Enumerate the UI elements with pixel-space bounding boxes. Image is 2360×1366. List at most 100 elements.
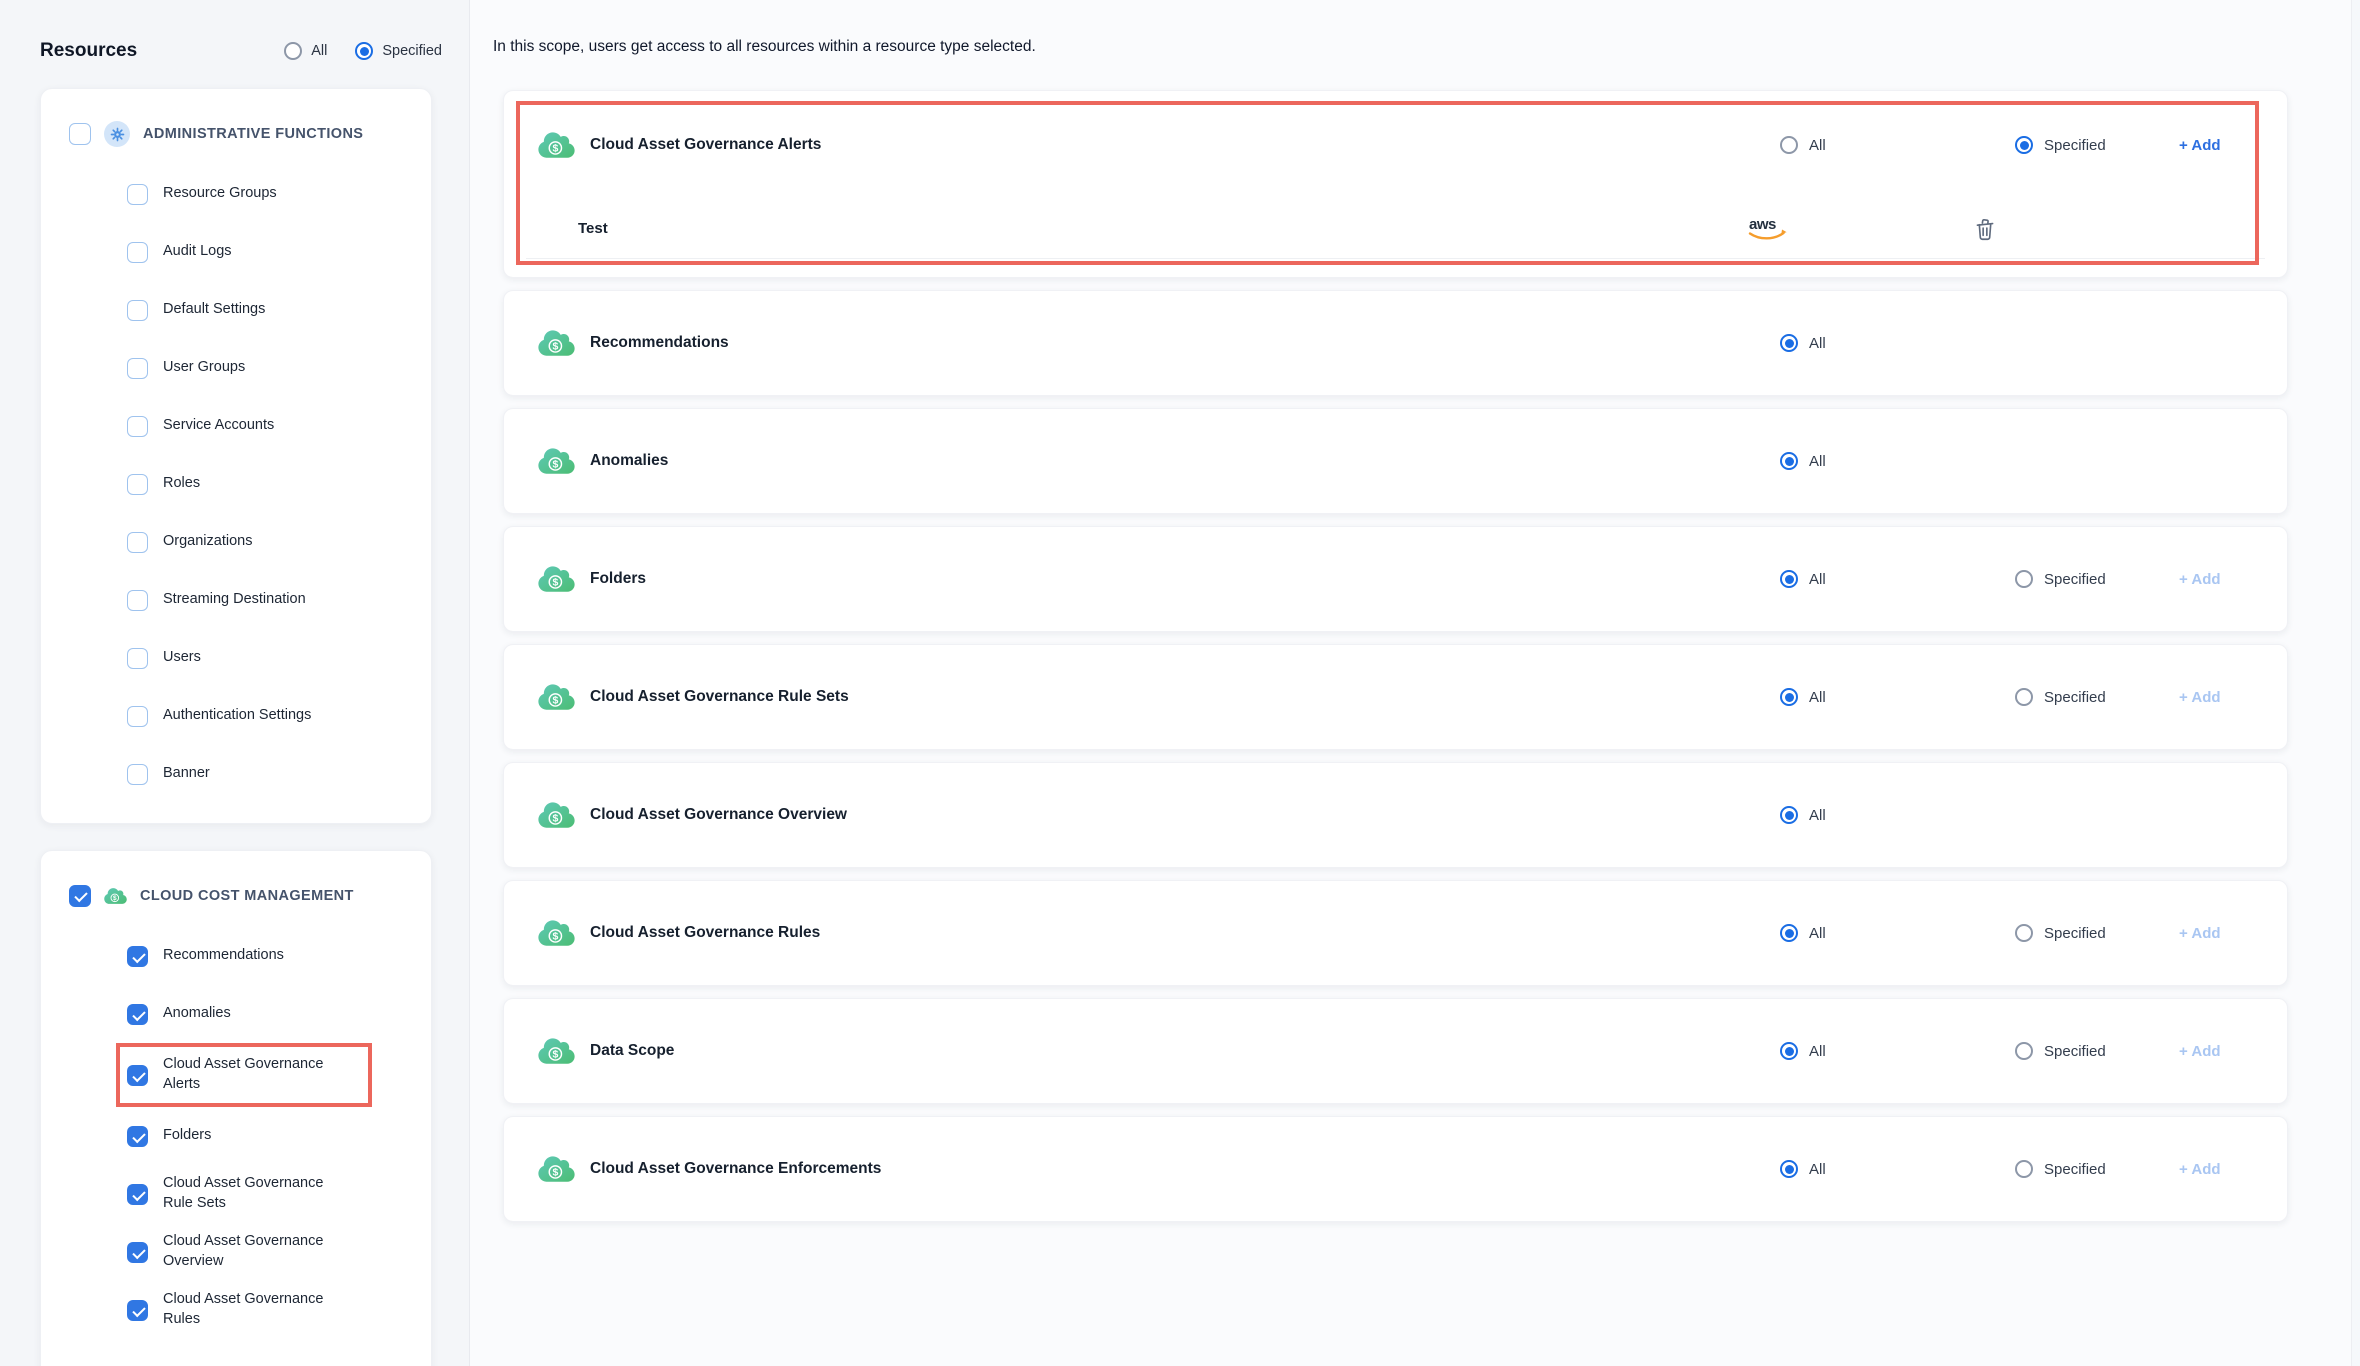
sidebar-item-audit-logs: Audit Logs bbox=[127, 223, 417, 281]
item-checkbox[interactable] bbox=[127, 1004, 148, 1025]
group-label: CLOUD COST MANAGEMENT bbox=[140, 888, 354, 904]
group-checkbox[interactable] bbox=[69, 123, 91, 145]
add-button[interactable]: + Add bbox=[2179, 1043, 2221, 1060]
row-specified-radio[interactable] bbox=[2015, 924, 2033, 942]
group-checkbox[interactable] bbox=[69, 885, 91, 907]
row-specified-option[interactable]: Specified bbox=[2015, 999, 2106, 1103]
item-label: Organizations bbox=[163, 532, 252, 552]
delete-resource-icon[interactable] bbox=[1974, 217, 1996, 241]
row-all-option[interactable]: All bbox=[1780, 881, 1826, 985]
scope-all-option[interactable]: All bbox=[284, 42, 327, 60]
scrollbar-track[interactable] bbox=[2351, 0, 2360, 1366]
sidebar-item-anomalies: Anomalies bbox=[127, 985, 417, 1043]
item-checkbox[interactable] bbox=[127, 1242, 148, 1263]
row-specified-option[interactable]: Specified bbox=[2015, 91, 2106, 199]
row-specified-option[interactable]: Specified bbox=[2015, 1117, 2106, 1221]
row-all-radio[interactable] bbox=[1780, 1160, 1798, 1178]
row-all-radio[interactable] bbox=[1780, 136, 1798, 154]
group-header: CLOUD COST MANAGEMENT bbox=[69, 873, 417, 919]
group-card-cloud-cost-management: CLOUD COST MANAGEMENT Recommendations An… bbox=[40, 850, 432, 1366]
scope-specified-radio[interactable] bbox=[355, 42, 373, 60]
resource-type-name: Cloud Asset Governance Alerts bbox=[590, 136, 821, 154]
add-button[interactable]: + Add bbox=[2179, 1161, 2221, 1178]
item-checkbox[interactable] bbox=[127, 1065, 148, 1086]
item-label: Cloud Asset Governance Overview bbox=[163, 1232, 325, 1271]
row-all-radio[interactable] bbox=[1780, 688, 1798, 706]
resource-row-cloud-asset-governance-alerts: Cloud Asset Governance Alerts All Specif… bbox=[503, 90, 2288, 278]
row-all-label: All bbox=[1809, 925, 1826, 942]
row-all-radio[interactable] bbox=[1780, 1042, 1798, 1060]
row-all-option[interactable]: All bbox=[1780, 291, 1826, 395]
item-checkbox[interactable] bbox=[127, 1300, 148, 1321]
item-checkbox[interactable] bbox=[127, 474, 148, 495]
sidebar-header: Resources All Specified bbox=[40, 40, 442, 62]
item-checkbox[interactable] bbox=[127, 358, 148, 379]
resource-type-name: Recommendations bbox=[590, 334, 729, 352]
cloud-dollar-icon bbox=[538, 447, 575, 476]
row-all-option[interactable]: All bbox=[1780, 91, 1826, 199]
item-checkbox[interactable] bbox=[127, 946, 148, 967]
row-specified-option[interactable]: Specified bbox=[2015, 881, 2106, 985]
row-specified-label: Specified bbox=[2044, 1161, 2106, 1178]
row-all-option[interactable]: All bbox=[1780, 527, 1826, 631]
row-all-option[interactable]: All bbox=[1780, 409, 1826, 513]
item-label: Recommendations bbox=[163, 946, 284, 966]
row-all-radio[interactable] bbox=[1780, 924, 1798, 942]
row-all-radio[interactable] bbox=[1780, 806, 1798, 824]
resource-type-name: Cloud Asset Governance Enforcements bbox=[590, 1160, 881, 1178]
add-button[interactable]: + Add bbox=[2179, 571, 2221, 588]
row-all-option[interactable]: All bbox=[1780, 763, 1826, 867]
add-button[interactable]: + Add bbox=[2179, 137, 2221, 154]
row-all-radio[interactable] bbox=[1780, 334, 1798, 352]
gear-icon bbox=[104, 121, 130, 147]
row-all-label: All bbox=[1809, 807, 1826, 824]
row-specified-label: Specified bbox=[2044, 689, 2106, 706]
item-checkbox[interactable] bbox=[127, 1184, 148, 1205]
item-checkbox[interactable] bbox=[127, 648, 148, 669]
row-specified-option[interactable]: Specified bbox=[2015, 527, 2106, 631]
scope-specified-option[interactable]: Specified bbox=[355, 42, 442, 60]
item-checkbox[interactable] bbox=[127, 416, 148, 437]
resource-type-name: Cloud Asset Governance Rule Sets bbox=[590, 688, 849, 706]
group-header: ADMINISTRATIVE FUNCTIONS bbox=[69, 111, 417, 157]
cloud-dollar-icon bbox=[538, 565, 575, 594]
item-checkbox[interactable] bbox=[127, 532, 148, 553]
sidebar-item-folders: Folders bbox=[127, 1107, 417, 1165]
resource-row-folders: Folders All Specified + Add bbox=[503, 526, 2288, 632]
cloud-dollar-icon bbox=[538, 329, 575, 358]
resource-type-name: Data Scope bbox=[590, 1042, 674, 1060]
cloud-dollar-icon bbox=[538, 1155, 575, 1184]
row-specified-option[interactable]: Specified bbox=[2015, 645, 2106, 749]
resource-row-recommendations: Recommendations All bbox=[503, 290, 2288, 396]
item-checkbox[interactable] bbox=[127, 706, 148, 727]
scope-all-radio[interactable] bbox=[284, 42, 302, 60]
add-button[interactable]: + Add bbox=[2179, 689, 2221, 706]
row-specified-radio[interactable] bbox=[2015, 1042, 2033, 1060]
item-checkbox[interactable] bbox=[127, 590, 148, 611]
row-all-radio[interactable] bbox=[1780, 570, 1798, 588]
item-checkbox[interactable] bbox=[127, 184, 148, 205]
row-specified-radio[interactable] bbox=[2015, 1160, 2033, 1178]
item-checkbox[interactable] bbox=[127, 764, 148, 785]
item-checkbox[interactable] bbox=[127, 242, 148, 263]
resources-sidebar: Resources All Specified ADMINISTRATIVE F… bbox=[0, 0, 470, 1366]
scope-radio-group: All Specified bbox=[284, 42, 442, 60]
row-all-radio[interactable] bbox=[1780, 452, 1798, 470]
group-items: Recommendations Anomalies Cloud Asset Go… bbox=[127, 927, 417, 1339]
item-checkbox[interactable] bbox=[127, 1126, 148, 1147]
item-checkbox[interactable] bbox=[127, 300, 148, 321]
row-all-option[interactable]: All bbox=[1780, 1117, 1826, 1221]
resource-type-list: Cloud Asset Governance Alerts All Specif… bbox=[503, 90, 2288, 1222]
resource-row-data-scope: Data Scope All Specified + Add bbox=[503, 998, 2288, 1104]
cloud-dollar-icon bbox=[538, 683, 575, 712]
row-specified-radio[interactable] bbox=[2015, 136, 2033, 154]
row-all-option[interactable]: All bbox=[1780, 645, 1826, 749]
row-specified-radio[interactable] bbox=[2015, 570, 2033, 588]
row-all-label: All bbox=[1809, 1043, 1826, 1060]
row-all-option[interactable]: All bbox=[1780, 999, 1826, 1103]
row-specified-radio[interactable] bbox=[2015, 688, 2033, 706]
add-button[interactable]: + Add bbox=[2179, 925, 2221, 942]
resource-row-anomalies: Anomalies All bbox=[503, 408, 2288, 514]
sidebar-item-cloud-asset-governance-alerts-highlighted: Cloud Asset Governance Alerts bbox=[116, 1043, 372, 1107]
resource-row-cloud-asset-governance-overview: Cloud Asset Governance Overview All bbox=[503, 762, 2288, 868]
